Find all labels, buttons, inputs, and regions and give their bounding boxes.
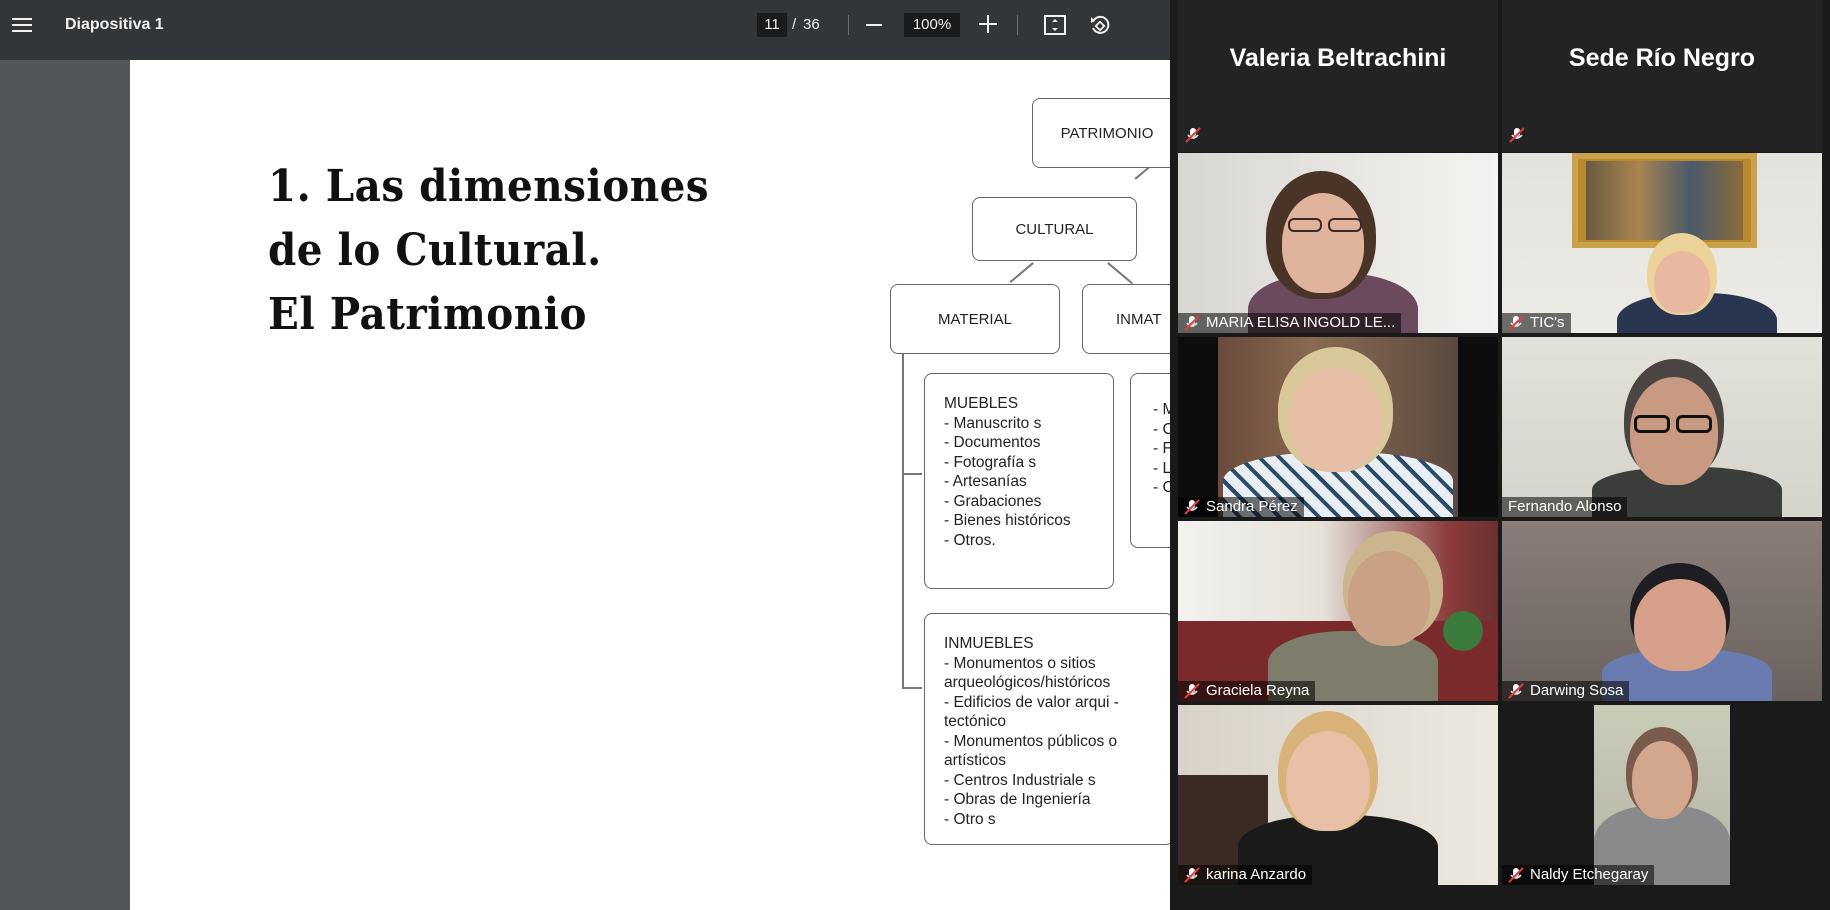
muebles-item: - Grabaciones (944, 492, 1042, 510)
slide-title-line: El Patrimonio (268, 289, 587, 340)
participant-tile-no-video[interactable]: Valeria Beltrachini (1178, 0, 1498, 152)
zoom-input[interactable]: 100% (904, 13, 960, 37)
diagram-connector (1107, 262, 1133, 284)
inmuebles-item: tectónico (944, 713, 1007, 730)
participant-video-tile[interactable]: MARIA ELISA INGOLD LE... (1178, 153, 1498, 333)
inmaterial-item: - F (1153, 440, 1170, 457)
diagram-box-inmuebles: INMUEBLES - Monumentos o sitios arqueoló… (924, 613, 1170, 845)
muebles-item: - Manuscrito s (944, 414, 1042, 432)
diagram-connector (902, 687, 922, 689)
camera-feed (1178, 337, 1498, 517)
page-number-input[interactable]: 11 (757, 13, 787, 37)
fit-page-icon[interactable] (1043, 14, 1067, 36)
participant-name-large: Sede Río Negro (1568, 44, 1756, 72)
participant-tile-no-video[interactable]: Sede Río Negro (1502, 0, 1822, 152)
inmaterial-item: - C (1153, 479, 1170, 496)
camera-feed (1178, 153, 1498, 333)
zoom-in-icon[interactable] (979, 15, 997, 33)
camera-feed (1502, 521, 1822, 701)
diagram-box-muebles: MUEBLES - Manuscrito s - Documentos - Fo… (924, 373, 1114, 589)
muted-mic-icon (1185, 127, 1201, 143)
diagram-node-material: MATERIAL (890, 284, 1060, 354)
participant-name: Darwing Sosa (1502, 681, 1630, 701)
muebles-title: MUEBLES (944, 395, 1019, 412)
slide-page: 1. Las dimensiones de lo Cultural. El Pa… (130, 60, 1170, 910)
muted-mic-icon (1184, 867, 1200, 883)
camera-feed (1502, 337, 1822, 517)
slide-title-line: 1. Las dimensiones (268, 161, 710, 212)
muted-mic-icon (1184, 315, 1200, 331)
participant-video-tile[interactable]: Graciela Reyna (1178, 521, 1498, 701)
participant-name: Naldy Etchegaray (1502, 865, 1655, 885)
zoom-out-icon[interactable] (866, 24, 882, 26)
inmuebles-item: artísticos (944, 752, 1007, 769)
rotate-icon[interactable] (1088, 13, 1112, 37)
inmuebles-item: arqueológicos/históricos (944, 674, 1111, 691)
page-separator: / (792, 16, 797, 33)
inmaterial-item: - L (1153, 459, 1170, 477)
participant-video-tile-active-speaker[interactable]: Fernando Alonso (1502, 337, 1822, 517)
diagram-box-inmaterial: - M - C - F - L - C (1130, 373, 1170, 548)
diagram-node-inmaterial: INMAT (1082, 284, 1170, 354)
slide-title-line: de lo Cultural. (268, 225, 602, 276)
diagram-connector (1009, 262, 1034, 283)
camera-feed (1178, 705, 1498, 885)
muebles-item: - Fotografía s (944, 453, 1037, 471)
document-title: Diapositiva 1 (65, 16, 164, 33)
diagram-node-cultural: CULTURAL (972, 197, 1137, 261)
inmuebles-item: - Otro s (944, 810, 996, 828)
participant-name: Fernando Alonso (1502, 497, 1628, 517)
muebles-item: - Documentos (944, 434, 1041, 451)
muebles-item: - Artesanías (944, 473, 1027, 490)
inmaterial-item: - M (1153, 401, 1170, 418)
inmuebles-item: - Monumentos o sitios (944, 654, 1096, 672)
menu-icon[interactable] (10, 14, 34, 38)
muted-mic-icon (1184, 499, 1200, 515)
muted-mic-icon (1508, 683, 1524, 699)
participant-video-tile[interactable]: karina Anzardo (1178, 705, 1498, 885)
camera-feed (1178, 521, 1498, 701)
page-total: 36 (803, 16, 820, 33)
participant-name-large: Valeria Beltrachini (1229, 44, 1447, 72)
inmuebles-item: - Obras de Ingeniería (944, 791, 1091, 808)
inmuebles-item: - Centros Industriale s (944, 771, 1096, 789)
camera-feed (1594, 705, 1730, 885)
pdf-toolbar: Diapositiva 1 11 / 36 100% (0, 0, 1170, 60)
inmuebles-item: - Edificios de valor arqui - (944, 693, 1119, 711)
participant-name: MARIA ELISA INGOLD LE... (1178, 313, 1402, 333)
diagram-node-patrimonio: PATRIMONIO (1032, 98, 1170, 168)
muted-mic-icon (1509, 127, 1525, 143)
video-gallery-panel: Valeria Beltrachini Sede Río Negro MARIA… (1170, 0, 1830, 910)
participant-name: Sandra Pérez (1178, 497, 1304, 517)
camera-feed (1502, 153, 1822, 333)
participant-video-tile[interactable]: Sandra Pérez (1178, 337, 1498, 517)
participant-video-tile[interactable]: Naldy Etchegaray (1502, 705, 1822, 885)
inmaterial-item: - C (1153, 420, 1170, 438)
toolbar-divider (848, 15, 849, 35)
muebles-item: - Otros. (944, 531, 996, 549)
diagram-connector (902, 473, 922, 475)
participant-video-tile[interactable]: Darwing Sosa (1502, 521, 1822, 701)
slide-title: 1. Las dimensiones de lo Cultural. El Pa… (268, 155, 747, 347)
muted-mic-icon (1184, 683, 1200, 699)
inmuebles-title: INMUEBLES (944, 635, 1034, 652)
muebles-item: - Bienes históricos (944, 512, 1071, 529)
pdf-viewport[interactable]: 1. Las dimensiones de lo Cultural. El Pa… (0, 60, 1170, 910)
inmuebles-item: - Monumentos públicos o (944, 732, 1118, 750)
muted-mic-icon (1508, 867, 1524, 883)
participant-name: karina Anzardo (1178, 865, 1313, 885)
participant-name: Graciela Reyna (1178, 681, 1316, 701)
diagram-connector (902, 352, 904, 688)
toolbar-divider (1017, 15, 1018, 35)
participant-name: TIC's (1502, 313, 1571, 333)
muted-mic-icon (1508, 315, 1524, 331)
participant-video-tile[interactable]: TIC's (1502, 153, 1822, 333)
